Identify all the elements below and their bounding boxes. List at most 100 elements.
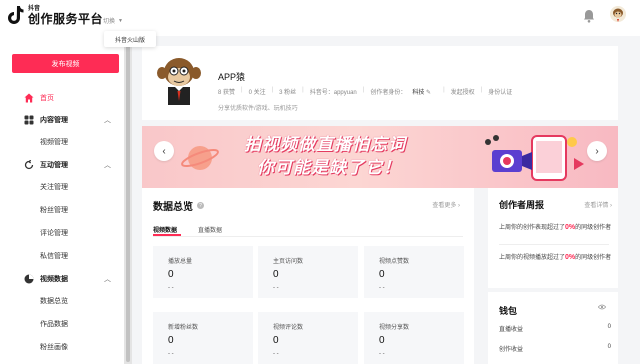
chevron-down-icon: ▼ [118,17,123,24]
data-overview-title: 数据总览 ? [153,198,204,213]
weekly-report-title: 创作者周报 [499,200,545,210]
weekly-details-label: 查看详情 [584,203,609,209]
creator-identity-value: 科技 [412,90,425,96]
metric-label: 视频评论数 [273,325,304,331]
metric-delta: - - [273,285,279,291]
user-avatar[interactable] [610,6,626,22]
douyin-id: 抖音号：appyuan [309,90,357,96]
sidebar-scrollbar-thumb[interactable] [126,42,130,362]
weekly-line-percent: 0% [565,254,576,261]
weekly-line-suffix: 的同级创作者 [575,255,612,261]
banner-next-button[interactable]: › [587,141,607,161]
sidebar-item-home[interactable]: 首页 [0,91,124,105]
tab-divider [153,236,463,237]
sidebar-item-video-management[interactable]: 视频管理 [0,135,124,149]
sidebar-item-works-data[interactable]: 作品数据 [0,317,124,331]
metric-value: 0 [168,335,174,346]
wallet-title: 钱包 [499,306,518,316]
logo[interactable]: 抖音 创作服务平台 [8,5,103,25]
weekly-line-suffix: 的同级创作者 [575,225,612,231]
sidebar-item-follow-management[interactable]: 关注管理 [0,180,124,194]
metric-delta: - - [273,351,279,357]
help-icon[interactable]: ? [197,202,204,209]
platform-switch[interactable]: 切换 ▼ [103,16,123,26]
edit-icon[interactable]: ✎ [426,90,431,96]
banner-prev-button[interactable]: ‹ [154,141,174,161]
certify-link[interactable]: 身份认证 [488,87,512,96]
chevron-up-icon: ︿ [104,117,111,124]
following-count: 0 关注 [248,90,266,96]
promo-banner[interactable]: 拍视频做直播怕忘词 你可能是缺了它！ ‹ › [142,126,618,188]
sidebar-item-label: 视频管理 [40,139,68,146]
eye-icon[interactable] [598,304,606,310]
sidebar-item-label: 视频数据 [40,276,68,283]
sidebar-item-label: 粉丝画像 [40,344,68,351]
metric-value: 0 [273,335,279,346]
sidebar-item-label: 内容管理 [40,117,68,124]
switch-label: 切换 [103,19,116,25]
sidebar-item-label: 作品数据 [40,321,68,328]
bell-icon[interactable] [583,9,595,23]
metric-value: 0 [168,269,174,280]
chevron-right-icon: › [595,145,599,157]
creator-identity-label: 创作者身份： [370,90,407,96]
wallet-row-creation-income[interactable]: 创作收益 0 [499,344,611,353]
sidebar-item-message-management[interactable]: 私信管理 [0,249,124,263]
home-icon [24,93,34,103]
metric-card[interactable]: 视频评论数 0 - - [258,312,358,364]
refresh-icon [24,160,34,170]
sidebar-item-label: 私信管理 [40,253,68,260]
wallet-card: 钱包 直播收益 0 创作收益 0 [488,292,618,364]
metric-card[interactable]: 播放总量 0 - - [153,246,253,298]
metric-delta: - - [379,285,385,291]
weekly-line-prefix: 上周你的创作表现超过了 [499,225,566,231]
sidebar-item-video-data[interactable]: 视频数据 ︿ [0,272,124,286]
sidebar-item-label: 评论管理 [40,230,68,237]
metric-value: 0 [379,269,385,280]
data-overview-title-text: 数据总览 [153,202,193,213]
metric-card[interactable]: 视频点赞数 0 - - [364,246,464,298]
profile-bio: 分享优质软件/游戏、玩机技巧 [218,106,298,112]
metric-value: 0 [379,335,385,346]
likes-count: 8 获赞 [218,90,236,96]
sidebar-item-label: 关注管理 [40,184,68,191]
weekly-details-link[interactable]: 查看详情 › [584,200,612,209]
metric-card[interactable]: 主页访问数 0 - - [258,246,358,298]
chevron-up-icon: ︿ [104,276,111,283]
metric-delta: - - [168,351,174,357]
metric-delta: - - [379,351,385,357]
metric-card[interactable]: 视频分享数 0 - - [364,312,464,364]
metric-label: 播放总量 [168,259,193,265]
chevron-left-icon: ‹ [162,145,166,157]
sidebar-item-content-management[interactable]: 内容管理 ︿ [0,113,124,127]
weekly-line-plays: 上周你的视频播放超过了0%的同级创作者 [499,252,611,261]
tab-live-data[interactable]: 直播数据 [198,225,222,234]
weekly-line-creation: 上周你的创作表现超过了0%的同级创作者 [499,222,611,231]
metric-label: 视频点赞数 [379,259,410,265]
metric-label: 主页访问数 [273,259,304,265]
sidebar-item-comment-management[interactable]: 评论管理 [0,226,124,240]
sidebar-item-data-overview[interactable]: 数据总览 [0,294,124,308]
logo-title: 创作服务平台 [28,11,104,26]
banner-title-line1: 拍视频做直播怕忘词 [244,135,406,154]
metric-label: 视频分享数 [379,325,410,331]
wallet-row-live-income[interactable]: 直播收益 0 [499,324,611,333]
camera-phone-illustration-icon [485,135,584,181]
metric-value: 0 [273,269,279,280]
sidebar-item-fans-management[interactable]: 粉丝管理 [0,203,124,217]
sidebar-item-interaction-management[interactable]: 互动管理 ︿ [0,158,124,172]
monkey-avatar-icon [610,6,626,22]
authorize-link[interactable]: 发起授权 [451,87,475,96]
wallet-row-value: 0 [607,344,611,350]
chevron-right-icon: › [458,203,460,209]
creator-identity: 创作者身份： 科技 ✎ [370,87,437,96]
publish-video-button[interactable]: 发布视频 [12,54,119,73]
grid-icon [24,115,34,125]
view-more-link[interactable]: 查看更多 › [432,200,460,209]
chevron-up-icon: ︿ [104,162,111,169]
metric-card[interactable]: 新增粉丝数 0 - - [153,312,253,364]
platform-dropdown-option[interactable]: 抖音火山版 [104,31,156,47]
tab-video-data[interactable]: 视频数据 [153,225,177,234]
sidebar-item-fans-profile[interactable]: 粉丝画像 [0,340,124,354]
profile-stats: 8 获赞 | 0 关注 | 3 粉丝 | 抖音号：appyuan | 创作者身份： 科技 … [218,87,513,96]
